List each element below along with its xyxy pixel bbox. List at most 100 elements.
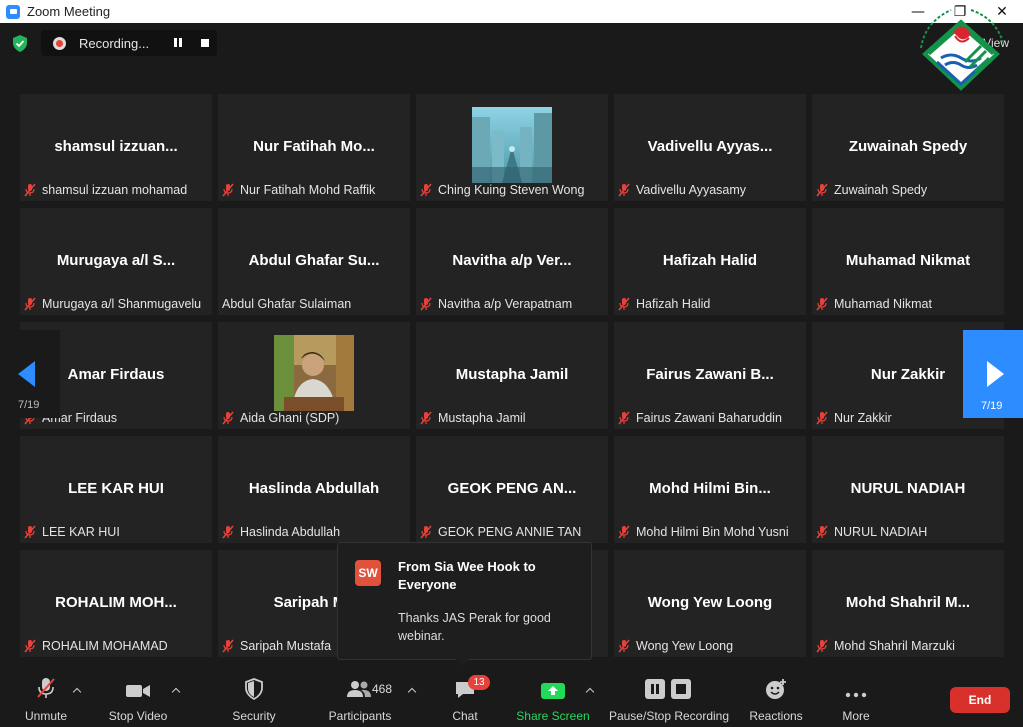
video-camera-icon — [126, 685, 150, 697]
participant-display-name: Abdul Ghafar Su... — [248, 252, 380, 269]
security-shield-icon — [245, 678, 263, 700]
participant-display-name: LEE KAR HUI — [68, 480, 164, 497]
participant-name: shamsul izzuan mohamad — [42, 183, 188, 197]
participant-name: Fairus Zawani Baharuddin — [636, 411, 782, 425]
sender-avatar: SW — [355, 560, 381, 586]
chat-label: Chat — [452, 709, 478, 723]
participant-tile[interactable]: Murugaya a/l S... Murugaya a/l Shanmugave… — [20, 208, 212, 315]
end-meeting-button[interactable]: End — [950, 687, 1010, 713]
encryption-shield-icon[interactable] — [12, 35, 28, 52]
participant-name-label: Mohd Shahril Marzuki — [816, 638, 955, 654]
participant-tile[interactable]: Ching Kuing Steven Wong — [416, 94, 608, 201]
participant-tile[interactable]: shamsul izzuan... shamsul izzuan mohamad — [20, 94, 212, 201]
title-bar: Zoom Meeting — ❐ ✕ — [0, 0, 1023, 23]
participant-name: Hafizah Halid — [636, 297, 711, 311]
participant-name: Mustapha Jamil — [438, 411, 526, 425]
share-screen-button[interactable]: Share Screen — [516, 670, 590, 727]
meeting-toolbar: Unmute Stop Video Security 468 Participa… — [0, 670, 1023, 727]
chat-unread-badge: 13 — [468, 675, 490, 690]
participants-button[interactable]: 468 Participants — [326, 670, 394, 727]
muted-mic-icon — [420, 525, 432, 539]
participant-display-name: Mohd Shahril M... — [845, 594, 971, 611]
pause-recording-icon[interactable] — [173, 38, 183, 48]
chat-message: Thanks JAS Perak for good webinar. — [398, 611, 551, 643]
participant-tile[interactable]: Hafizah Halid Hafizah Halid — [614, 208, 806, 315]
participant-tile[interactable]: GEOK PENG AN... GEOK PENG ANNIE TAN — [416, 436, 608, 543]
reactions-smiley-icon — [766, 679, 786, 699]
participant-video — [472, 107, 552, 183]
participant-name-label: Ching Kuing Steven Wong — [420, 182, 584, 198]
previous-page-button[interactable]: 7/19 — [0, 330, 60, 418]
muted-mic-icon — [24, 297, 36, 311]
participant-tile[interactable]: ROHALIM MOH... ROHALIM MOHAMAD — [20, 550, 212, 657]
more-button[interactable]: More — [836, 670, 876, 727]
participant-count: 468 — [372, 682, 393, 696]
microphone-muted-icon — [37, 678, 55, 698]
participant-display-name: Mustapha Jamil — [455, 366, 569, 383]
page-indicator-right: 7/19 — [981, 400, 1003, 412]
participant-tile[interactable]: NURUL NADIAH NURUL NADIAH — [812, 436, 1004, 543]
participant-tile[interactable]: Mustapha Jamil Mustapha Jamil — [416, 322, 608, 429]
participants-options-caret[interactable] — [409, 686, 417, 692]
next-page-button[interactable]: 7/19 — [963, 330, 1023, 418]
participant-display-name: Wong Yew Loong — [647, 594, 773, 611]
participant-name: Nur Zakkir — [834, 411, 892, 425]
participant-name: LEE KAR HUI — [42, 525, 120, 539]
arrow-left-icon — [18, 361, 35, 387]
reactions-label: Reactions — [749, 709, 803, 723]
participant-display-name: Navitha a/p Ver... — [452, 252, 572, 269]
participant-tile[interactable]: Navitha a/p Ver... Navitha a/p Verapatnam — [416, 208, 608, 315]
participant-name-label: Saripah Mustafa — [222, 638, 331, 654]
participant-tile[interactable]: Mohd Shahril M... Mohd Shahril Marzuki — [812, 550, 1004, 657]
muted-mic-icon — [618, 525, 630, 539]
participant-name: Mohd Hilmi Bin Mohd Yusni — [636, 525, 789, 539]
stop-video-button[interactable]: Stop Video — [104, 670, 172, 727]
participant-tile[interactable]: Muhamad Nikmat Muhamad Nikmat — [812, 208, 1004, 315]
participants-icon — [347, 681, 371, 697]
participant-name: Abdul Ghafar Sulaiman — [222, 297, 352, 311]
participant-name-label: Abdul Ghafar Sulaiman — [222, 296, 351, 312]
muted-mic-icon — [816, 525, 828, 539]
unmute-button[interactable]: Unmute — [14, 670, 78, 727]
recording-indicator: Recording... — [41, 30, 217, 56]
muted-mic-icon — [816, 411, 828, 425]
participant-tile[interactable]: Mohd Hilmi Bin... Mohd Hilmi Bin Mohd Yus… — [614, 436, 806, 543]
security-label: Security — [232, 709, 276, 723]
muted-mic-icon — [222, 183, 234, 197]
participant-display-name: NURUL NADIAH — [850, 480, 966, 497]
participant-tile[interactable]: Fairus Zawani B... Fairus Zawani Baharudd… — [614, 322, 806, 429]
reactions-button[interactable]: Reactions — [748, 670, 804, 727]
participant-tile[interactable]: Wong Yew Loong Wong Yew Loong — [614, 550, 806, 657]
participant-name-label: shamsul izzuan mohamad — [24, 182, 187, 198]
muted-mic-icon — [618, 411, 630, 425]
participant-tile[interactable]: Zuwainah Spedy Zuwainah Spedy — [812, 94, 1004, 201]
participants-label: Participants — [328, 709, 392, 723]
participant-tile[interactable]: Haslinda Abdullah Haslinda Abdullah — [218, 436, 410, 543]
chat-notification[interactable]: SW From Sia Wee Hook to Everyone Thanks … — [337, 542, 592, 666]
participant-name-label: Nur Zakkir — [816, 410, 892, 426]
participant-tile[interactable]: Abdul Ghafar Su... Abdul Ghafar Sulaiman — [218, 208, 410, 315]
participant-name: Haslinda Abdullah — [240, 525, 341, 539]
participant-tile[interactable]: Nur Fatihah Mo... Nur Fatihah Mohd Raffik — [218, 94, 410, 201]
participant-display-name: Murugaya a/l S... — [56, 252, 176, 269]
muted-mic-icon — [618, 639, 630, 653]
chat-button[interactable]: 13 Chat — [446, 670, 490, 727]
participant-name-label: GEOK PENG ANNIE TAN — [420, 524, 581, 540]
pause-stop-recording-button[interactable]: Pause/Stop Recording — [608, 670, 730, 727]
participant-name-label: Nur Fatihah Mohd Raffik — [222, 182, 375, 198]
security-button[interactable]: Security — [228, 670, 280, 727]
video-options-caret[interactable] — [173, 686, 181, 692]
participant-name-label: Navitha a/p Verapatnam — [420, 296, 572, 312]
muted-mic-icon — [24, 639, 36, 653]
participant-name-label: Aida Ghani (SDP) — [222, 410, 339, 426]
muted-mic-icon — [222, 639, 234, 653]
participant-tile[interactable]: Vadivellu Ayyas... Vadivellu Ayyasamy — [614, 94, 806, 201]
share-screen-label: Share Screen — [516, 709, 590, 723]
participant-tile[interactable]: Aida Ghani (SDP) — [218, 322, 410, 429]
stop-recording-icon[interactable] — [201, 39, 209, 47]
audio-options-caret[interactable] — [74, 686, 82, 692]
participant-display-name: Zuwainah Spedy — [848, 138, 968, 155]
share-options-caret[interactable] — [587, 686, 595, 692]
muted-mic-icon — [816, 183, 828, 197]
participant-tile[interactable]: LEE KAR HUI LEE KAR HUI — [20, 436, 212, 543]
